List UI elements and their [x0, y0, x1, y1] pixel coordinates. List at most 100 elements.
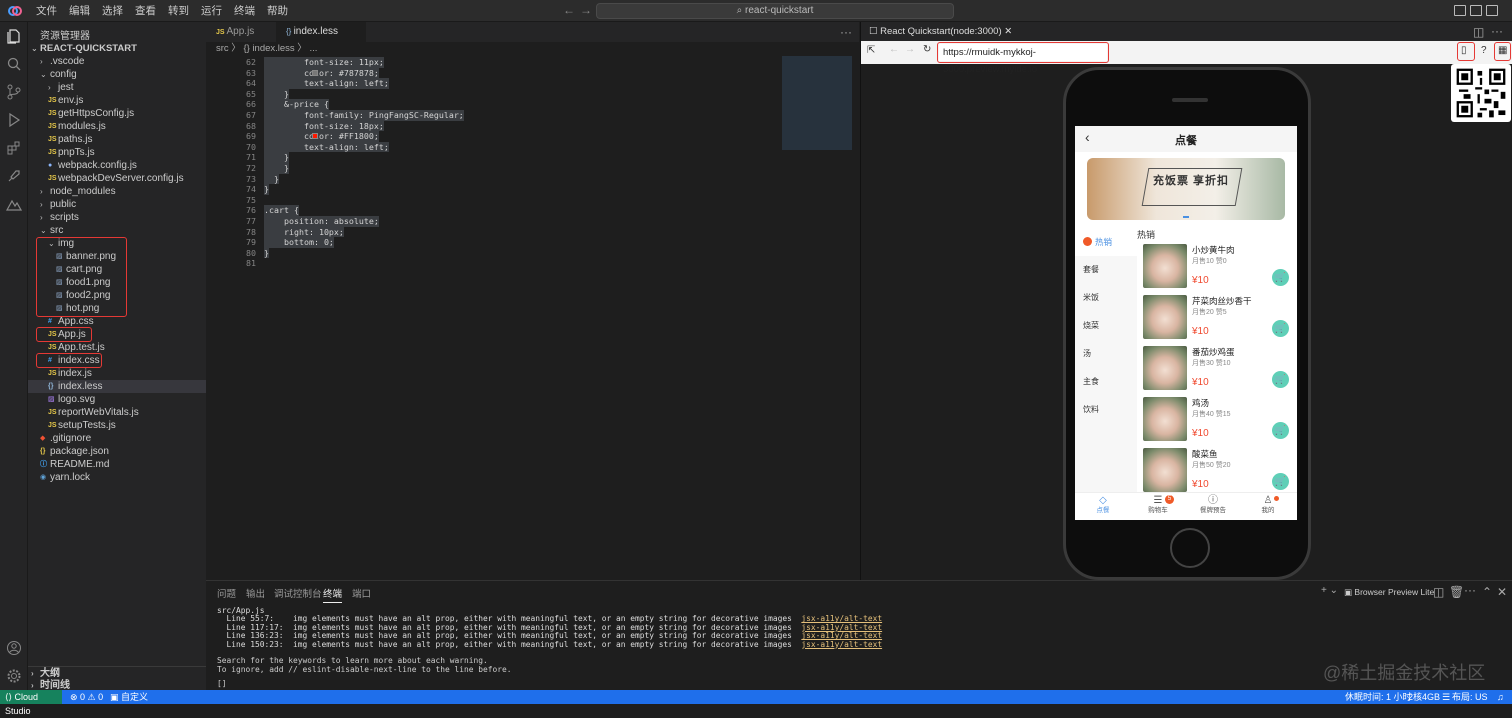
back-arrow-icon[interactable]: ←	[563, 3, 575, 17]
help-icon[interactable]: ?	[1481, 45, 1487, 56]
category-hot[interactable]: 热销	[1075, 230, 1137, 256]
trash-icon[interactable]: 🗑	[1449, 585, 1464, 599]
menu-item[interactable]: 终端	[228, 0, 261, 22]
menu-item[interactable]: 转到	[162, 0, 195, 22]
back-icon[interactable]: ←	[889, 44, 899, 55]
add-to-cart-icon[interactable]: 🛒	[1272, 371, 1289, 388]
code-line[interactable]: 66 &-price {	[206, 99, 786, 110]
panel-tab[interactable]: 调试控制台	[274, 586, 322, 600]
tree-item[interactable]: ▨ logo.svg	[28, 393, 206, 406]
reload-icon[interactable]: ↻	[923, 44, 931, 55]
food-item[interactable]: 芹菜肉丝炒香干 月售20 赞5 ¥10 🛒	[1141, 293, 1297, 341]
extensions-icon[interactable]	[6, 140, 22, 156]
code-line[interactable]: 63 color: #787878;	[206, 67, 786, 79]
menu-item[interactable]: 选择	[96, 0, 129, 22]
menu-item[interactable]: 帮助	[261, 0, 294, 22]
add-to-cart-icon[interactable]: 🛒	[1272, 422, 1289, 439]
layout-sidebar-icon[interactable]	[1454, 5, 1466, 16]
food-item[interactable]: 酸菜鱼 月售50 赞20 ¥10 🛒	[1141, 446, 1297, 494]
category-item[interactable]: 主食	[1083, 376, 1099, 387]
code-line[interactable]: 70 text-align: left;	[206, 141, 786, 153]
code-line[interactable]: 67 font-family: PingFangSC-Regular;	[206, 110, 786, 121]
tab-index-less[interactable]: {} index.less	[276, 22, 366, 42]
layout-panel-icon[interactable]	[1470, 5, 1482, 16]
tab-app-js[interactable]: JS App.js	[206, 22, 276, 42]
panel-tab[interactable]: 终端	[323, 586, 343, 603]
code-line[interactable]: 77 position: absolute;	[206, 216, 786, 227]
tree-item[interactable]: JS modules.js	[28, 120, 206, 133]
add-terminal-icon[interactable]: + ⌄	[1321, 585, 1338, 596]
tree-item[interactable]: JS getHttpsConfig.js	[28, 107, 206, 120]
category-item[interactable]: 汤	[1083, 348, 1091, 359]
command-center-search[interactable]: ⌕ react-quickstart	[596, 3, 954, 19]
code-line[interactable]: 68 font-size: 18px;	[206, 120, 786, 132]
split-terminal-icon[interactable]: ◫	[1433, 585, 1444, 599]
cursor-status-icon[interactable]: ☰	[1442, 690, 1450, 704]
sleep-time[interactable]: 休眠时间: 1 小时	[1345, 690, 1412, 704]
tree-item[interactable]: ● webpack.config.js	[28, 159, 206, 172]
rocket-icon[interactable]	[6, 168, 22, 184]
terminal-selector[interactable]: ▣ Browser Preview Lite	[1344, 587, 1434, 598]
tree-item[interactable]: › jest	[28, 81, 206, 94]
code-line[interactable]: 62 font-size: 11px;	[206, 57, 786, 68]
banner-image[interactable]: 充饭票 享折扣	[1087, 158, 1285, 220]
tree-item[interactable]: {} index.less	[28, 380, 206, 393]
code-line[interactable]: 73 }	[206, 173, 786, 185]
tree-item[interactable]: JS env.js	[28, 94, 206, 107]
more-icon[interactable]: ···	[1464, 583, 1476, 597]
tree-item[interactable]: JS paths.js	[28, 133, 206, 146]
split-editor-icon[interactable]: ◫	[1473, 25, 1484, 39]
project-root[interactable]: ⌄ REACT-QUICKSTART	[28, 42, 206, 55]
minimap[interactable]	[782, 56, 852, 150]
code-line[interactable]: 71 }	[206, 152, 786, 163]
panel-tab[interactable]: 输出	[246, 586, 265, 600]
code-line[interactable]: 80}	[206, 247, 786, 259]
tree-item[interactable]: ◉ yarn.lock	[28, 471, 206, 484]
code-line[interactable]: 76 .cart {	[206, 205, 786, 216]
category-item[interactable]: 饮料	[1083, 404, 1099, 415]
source-control-icon[interactable]	[6, 84, 22, 100]
panel-tab[interactable]: 问题	[217, 586, 236, 600]
code-line[interactable]: 75	[206, 195, 786, 206]
add-to-cart-icon[interactable]: 🛒	[1272, 269, 1289, 286]
machine-spec[interactable]: 2核4GB	[1408, 690, 1440, 704]
tree-item[interactable]: ◆ .gitignore	[28, 432, 206, 445]
remote-indicator[interactable]: ⟨⟩ Cloud Studio	[0, 690, 62, 716]
tree-item[interactable]: › node_modules	[28, 185, 206, 198]
outline-section[interactable]: › 大纲	[28, 666, 206, 679]
category-item[interactable]: 套餐	[1083, 264, 1099, 275]
maximize-panel-icon[interactable]: ⌃	[1482, 585, 1492, 599]
forward-arrow-icon[interactable]: →	[580, 3, 592, 17]
tree-item[interactable]: JS pnpTs.js	[28, 146, 206, 159]
tab-bar-item[interactable]: ◇ 点餐	[1081, 495, 1125, 519]
code-line[interactable]: 74}	[206, 184, 786, 195]
menu-item[interactable]: 查看	[129, 0, 162, 22]
phone-home-button[interactable]	[1170, 528, 1210, 568]
panel-tab[interactable]: 端口	[352, 586, 371, 600]
explorer-icon[interactable]	[6, 28, 22, 44]
tree-item[interactable]: ⌄ config	[28, 68, 206, 81]
tree-item[interactable]: › public	[28, 198, 206, 211]
category-item[interactable]: 烧菜	[1083, 320, 1099, 331]
tree-item[interactable]: JS webpackDevServer.config.js	[28, 172, 206, 185]
forward-icon[interactable]: →	[905, 44, 915, 55]
close-panel-icon[interactable]: ✕	[1497, 585, 1507, 599]
tab-bar-item[interactable]: ♙ 我的	[1246, 495, 1290, 519]
settings-gear-icon[interactable]	[6, 668, 22, 684]
mountain-icon[interactable]	[6, 196, 22, 212]
tree-item[interactable]: › .vscode	[28, 55, 206, 68]
add-to-cart-icon[interactable]: 🛒	[1272, 320, 1289, 337]
tree-item[interactable]: JS setupTests.js	[28, 419, 206, 432]
menu-item[interactable]: 文件	[30, 0, 63, 22]
more-actions-icon[interactable]: ···	[1491, 24, 1503, 38]
custom-indicator[interactable]: ▣ 自定义	[110, 690, 148, 704]
tab-bar-item[interactable]: ⓘ 餐牌预告	[1191, 495, 1235, 519]
account-icon[interactable]	[6, 640, 22, 656]
food-item[interactable]: 番茄炒鸡蛋 月售30 赞10 ¥10 🛒	[1141, 344, 1297, 392]
tree-item[interactable]: JS reportWebVitals.js	[28, 406, 206, 419]
more-actions-icon[interactable]: ···	[840, 25, 852, 39]
open-external-icon[interactable]: ⇱	[867, 45, 875, 56]
category-item[interactable]: 米饭	[1083, 292, 1099, 303]
code-line[interactable]: 81	[206, 258, 786, 269]
tree-item[interactable]: ⌄ src	[28, 224, 206, 237]
